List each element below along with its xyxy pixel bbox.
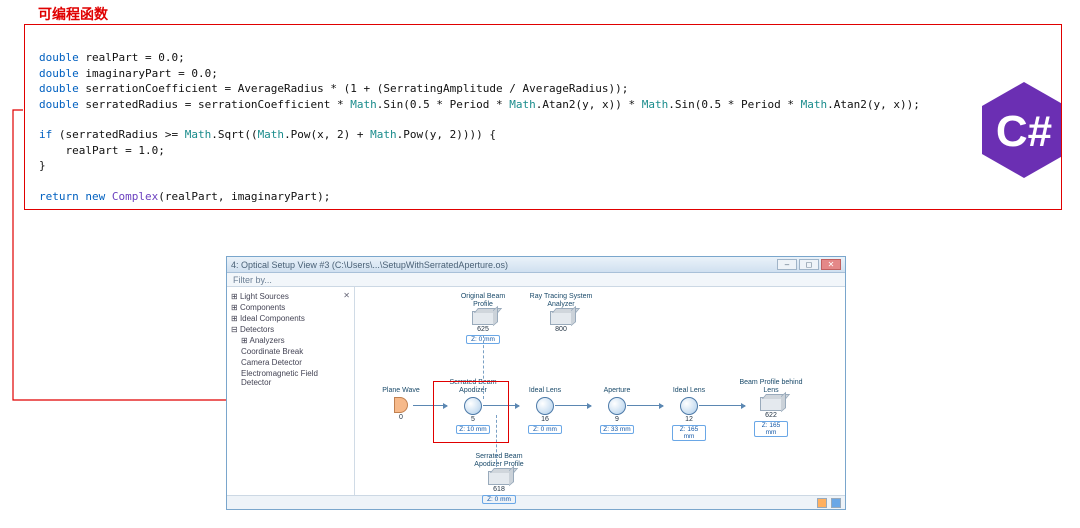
window-maximize-button[interactable]: ◻ <box>799 259 819 270</box>
node-distance: Z: 165 mm <box>672 425 706 441</box>
window-titlebar[interactable]: 4: Optical Setup View #3 (C:\Users\...\S… <box>227 257 845 273</box>
code-text: .Sin(0.5 * Period * <box>377 98 509 111</box>
code-text: serrationCoefficient = AverageRadius * (… <box>79 82 629 95</box>
tree-item-coordinate-break[interactable]: Coordinate Break <box>231 346 350 357</box>
node-serrated-profile[interactable]: Serrated Beam Apodizer Profile 618 Z: 0 … <box>467 453 531 504</box>
type-complex: Complex <box>112 190 158 203</box>
node-index: 618 <box>467 486 531 493</box>
node-index: 800 <box>529 326 593 333</box>
tree-item-detectors[interactable]: ⊟ Detectors <box>231 324 350 335</box>
annotation-title: 可编程函数 <box>38 4 108 24</box>
node-index: 9 <box>585 416 649 423</box>
tree-item-light-sources[interactable]: ⊞ Light Sources <box>231 291 350 302</box>
code-text: .Sin(0.5 * Period * <box>668 98 800 111</box>
node-distance: Z: 0 mm <box>528 425 562 434</box>
window-title: 4: Optical Setup View #3 (C:\Users\...\S… <box>231 260 508 270</box>
connector-line <box>699 405 745 406</box>
node-label: Beam Profile behind Lens <box>739 379 803 395</box>
annotation-highlight-box <box>433 381 509 443</box>
class-math: Math <box>350 98 377 111</box>
tree-item-em-field-detector[interactable]: Electromagnetic Field Detector <box>231 368 350 388</box>
window-statusbar <box>227 495 845 509</box>
component-icon <box>536 397 554 415</box>
node-ray-analyzer[interactable]: Ray Tracing System Analyzer 800 <box>529 293 593 333</box>
detector-icon <box>488 471 510 485</box>
window-minimize-button[interactable]: – <box>777 259 797 270</box>
kw-double: double <box>39 51 79 64</box>
code-text: realPart = 1.0; <box>39 144 165 157</box>
detector-icon <box>760 397 782 411</box>
node-plane-wave[interactable]: Plane Wave 0 <box>369 379 433 421</box>
class-math: Math <box>509 98 536 111</box>
code-text: realPart = 0.0; <box>79 51 185 64</box>
node-index: 16 <box>513 416 577 423</box>
status-light-orange <box>817 498 827 508</box>
node-index: 622 <box>739 412 803 419</box>
code-text: (realPart, imaginaryPart); <box>158 190 330 203</box>
node-label: Original Beam Profile <box>451 293 515 309</box>
node-index: 12 <box>657 416 721 423</box>
class-math: Math <box>370 128 397 141</box>
component-icon <box>680 397 698 415</box>
code-snippet-frame: double realPart = 0.0; double imaginaryP… <box>24 24 1062 210</box>
svg-text:C#: C# <box>995 107 1051 156</box>
node-label: Plane Wave <box>369 379 433 395</box>
class-math: Math <box>258 128 285 141</box>
connector-line <box>627 405 663 406</box>
tree-item-camera-detector[interactable]: Camera Detector <box>231 357 350 368</box>
code-text: (serratedRadius >= <box>52 128 184 141</box>
node-label: Serrated Beam Apodizer Profile <box>467 453 531 469</box>
node-label: Ideal Lens <box>513 379 577 395</box>
code-text: .Atan2(y, x)); <box>827 98 920 111</box>
kw-double: double <box>39 67 79 80</box>
sidebar-tree[interactable]: ✕ ⊞ Light Sources ⊞ Components ⊞ Ideal C… <box>227 287 355 495</box>
status-light-blue <box>831 498 841 508</box>
csharp-logo-icon: C# <box>947 65 1047 165</box>
kw-double: double <box>39 82 79 95</box>
detector-icon <box>472 311 494 325</box>
class-math: Math <box>642 98 669 111</box>
code-text: .Atan2(y, x)) * <box>536 98 642 111</box>
detector-icon <box>550 311 572 325</box>
component-icon <box>608 397 626 415</box>
node-label: Aperture <box>585 379 649 395</box>
code-text: .Pow(x, 2) + <box>284 128 370 141</box>
code-text: .Pow(y, 2)))) { <box>397 128 496 141</box>
kw-if: if <box>39 128 52 141</box>
node-distance: Z: 165 mm <box>754 421 788 437</box>
toolbar-filter-label: Filter by... <box>233 275 272 285</box>
source-icon <box>394 397 408 413</box>
code-text: } <box>39 159 46 172</box>
optical-canvas[interactable]: Original Beam Profile 625 Z: 0 mm Ray Tr… <box>355 287 845 495</box>
node-index: 0 <box>369 414 433 421</box>
code-text: imaginaryPart = 0.0; <box>79 67 218 80</box>
node-ideal-lens-2[interactable]: Ideal Lens 12 Z: 165 mm <box>657 379 721 441</box>
optics-setup-window: 4: Optical Setup View #3 (C:\Users\...\S… <box>226 256 846 510</box>
kw-double: double <box>39 98 79 111</box>
kw-return-new: return new <box>39 190 112 203</box>
code-text: serratedRadius = serrationCoefficient * <box>79 98 351 111</box>
tree-item-ideal-components[interactable]: ⊞ Ideal Components <box>231 313 350 324</box>
sidebar-close-icon[interactable]: ✕ <box>343 291 350 300</box>
code-text: .Sqrt(( <box>211 128 257 141</box>
connector-line <box>555 405 591 406</box>
window-toolbar: Filter by... <box>227 273 845 287</box>
class-math: Math <box>185 128 212 141</box>
node-distance: Z: 0 mm <box>482 495 516 504</box>
node-label: Ideal Lens <box>657 379 721 395</box>
node-index: 625 <box>451 326 515 333</box>
node-distance: Z: 33 mm <box>600 425 634 434</box>
tree-item-components[interactable]: ⊞ Components <box>231 302 350 313</box>
node-label: Ray Tracing System Analyzer <box>529 293 593 309</box>
class-math: Math <box>801 98 828 111</box>
window-close-button[interactable]: ✕ <box>821 259 841 270</box>
tree-item-analyzers[interactable]: ⊞ Analyzers <box>231 335 350 346</box>
